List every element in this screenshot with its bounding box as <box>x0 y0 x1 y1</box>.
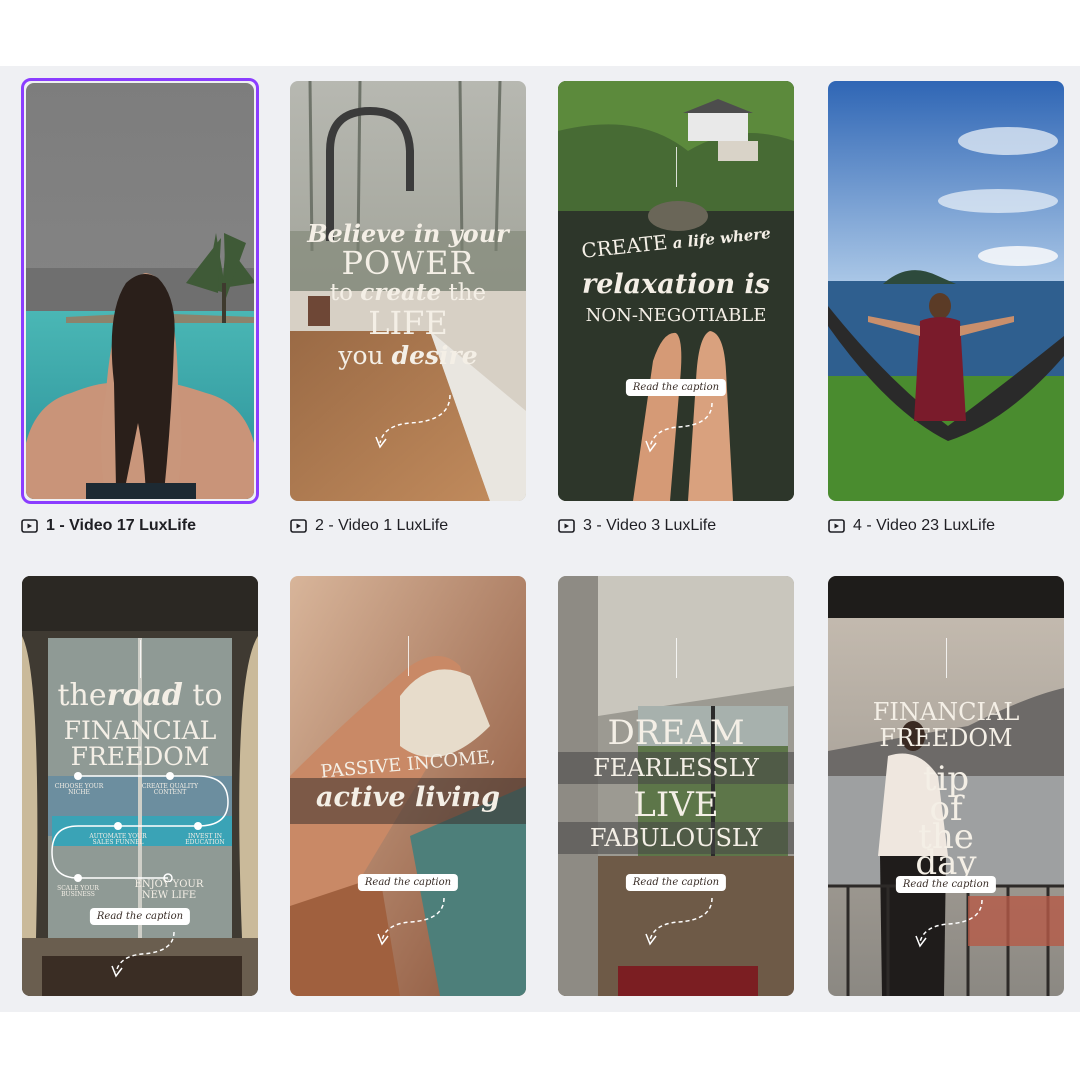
dashed-arrow-icon <box>915 899 983 948</box>
overlay-line: LIFE <box>290 304 526 342</box>
design-label-4[interactable]: 4 - Video 23 LuxLife <box>828 517 995 535</box>
overlay-line: NON-NEGOTIABLE <box>558 305 794 326</box>
overlay-line: LIVE <box>558 785 794 825</box>
overlay-line: FEARLESSLY <box>558 754 794 782</box>
overlay-line: FREEDOM <box>828 724 1064 752</box>
read-caption-badge: Read the caption <box>625 874 727 891</box>
design-thumbnail-2[interactable]: Believe in your POWER to create the LIFE… <box>290 81 526 501</box>
divider-line <box>676 147 677 187</box>
overlay-text: to <box>329 280 361 306</box>
divider-line <box>676 638 677 678</box>
design-thumbnail-6[interactable]: PASSIVE INCOME, active living Read the c… <box>290 576 526 996</box>
roadmap-step: SCALE YOUR BUSINESS <box>57 885 99 899</box>
divider-line <box>140 640 141 678</box>
overlay-text: DREAM <box>607 713 745 753</box>
dashed-arrow-icon <box>645 402 713 453</box>
read-caption-badge: Read the caption <box>625 379 727 396</box>
roadmap-final-step: ENJOY YOUR NEW LIFE <box>134 879 204 901</box>
overlay-text: LIVE <box>633 785 719 825</box>
roadmap-step: INVEST IN EDUCATION <box>185 833 225 847</box>
design-label-text: 4 - Video 23 LuxLife <box>853 517 996 534</box>
design-thumbnail-4[interactable] <box>828 81 1064 501</box>
video-icon <box>21 519 38 533</box>
overlay-line: FABULOUSLY <box>558 824 794 852</box>
dashed-arrow-icon <box>111 931 175 978</box>
overlay-line: you desire <box>290 341 526 370</box>
overlay-line: theroad to <box>22 680 258 712</box>
overlay-text: create <box>360 279 442 306</box>
overlay-text: active living <box>316 782 500 813</box>
overlay-text: FREEDOM <box>70 742 210 771</box>
pool-scene-image <box>26 83 254 499</box>
overlay-line: POWER <box>290 244 526 282</box>
overlay-line: to create the <box>290 279 526 306</box>
design-label-text: 3 - Video 3 LuxLife <box>583 517 717 534</box>
divider-line <box>408 636 409 676</box>
read-caption-badge: Read the caption <box>895 876 997 893</box>
design-label-2[interactable]: 2 - Video 1 LuxLife <box>290 517 448 535</box>
design-thumbnail-5[interactable]: theroad to FINANCIAL FREEDOM CHOOSE YOUR… <box>22 576 258 996</box>
video-icon <box>290 519 307 533</box>
overlay-text: POWER <box>341 244 475 282</box>
roadmap-step: AUTOMATE YOUR SALES FUNNEL <box>89 833 147 847</box>
overlay-line: DREAM <box>558 713 794 753</box>
dashed-arrow-icon <box>645 897 713 946</box>
design-label-text: 1 - Video 17 LuxLife <box>46 517 196 534</box>
overlay-line: FINANCIAL <box>828 698 1064 726</box>
overlay-text: FABULOUSLY <box>589 824 763 852</box>
read-caption-badge: Read the caption <box>89 908 191 925</box>
hammock-scene-image <box>828 81 1064 501</box>
overlay-text: FEARLESSLY <box>593 754 759 782</box>
overlay-text: FREEDOM <box>879 724 1013 752</box>
design-thumbnail-3[interactable]: CREATE a life where relaxation is NON-NE… <box>558 81 794 501</box>
overlay-text: the <box>57 678 107 713</box>
overlay-text: relaxation is <box>582 269 770 300</box>
overlay-text: desire <box>391 341 478 370</box>
divider-line <box>946 638 947 678</box>
overlay-line: relaxation is <box>558 269 794 300</box>
overlay-text: road <box>106 678 183 713</box>
dashed-arrow-icon <box>375 394 451 449</box>
roadmap-step: CREATE QUALITY CONTENT <box>141 783 199 797</box>
overlay-line: active living <box>290 782 526 813</box>
design-thumbnail-8[interactable]: FINANCIAL FREEDOM tip of the day Read th… <box>828 576 1064 996</box>
design-thumbnail-7[interactable]: DREAM FEARLESSLY LIVE FABULOUSLY Read th… <box>558 576 794 996</box>
overlay-line: day <box>828 846 1064 880</box>
overlay-text: FINANCIAL <box>872 698 1020 726</box>
overlay-text: the <box>441 280 487 306</box>
overlay-text: you <box>338 341 392 370</box>
overlay-text: NON-NEGOTIABLE <box>585 305 767 326</box>
overlay-text: FINANCIAL <box>63 716 217 745</box>
design-label-1[interactable]: 1 - Video 17 LuxLife <box>21 517 196 535</box>
overlay-text: LIFE <box>368 304 448 342</box>
overlay-line: FINANCIAL <box>22 716 258 745</box>
roadmap-step: CHOOSE YOUR NICHE <box>54 783 104 797</box>
video-icon <box>558 519 575 533</box>
design-label-3[interactable]: 3 - Video 3 LuxLife <box>558 517 716 535</box>
design-label-text: 2 - Video 1 LuxLife <box>315 517 449 534</box>
dashed-arrow-icon <box>377 897 445 946</box>
overlay-line: FREEDOM <box>22 742 258 771</box>
video-icon <box>828 519 845 533</box>
overlay-text: to <box>182 678 223 713</box>
read-caption-badge: Read the caption <box>357 874 459 891</box>
design-thumbnail-1[interactable] <box>26 83 254 499</box>
